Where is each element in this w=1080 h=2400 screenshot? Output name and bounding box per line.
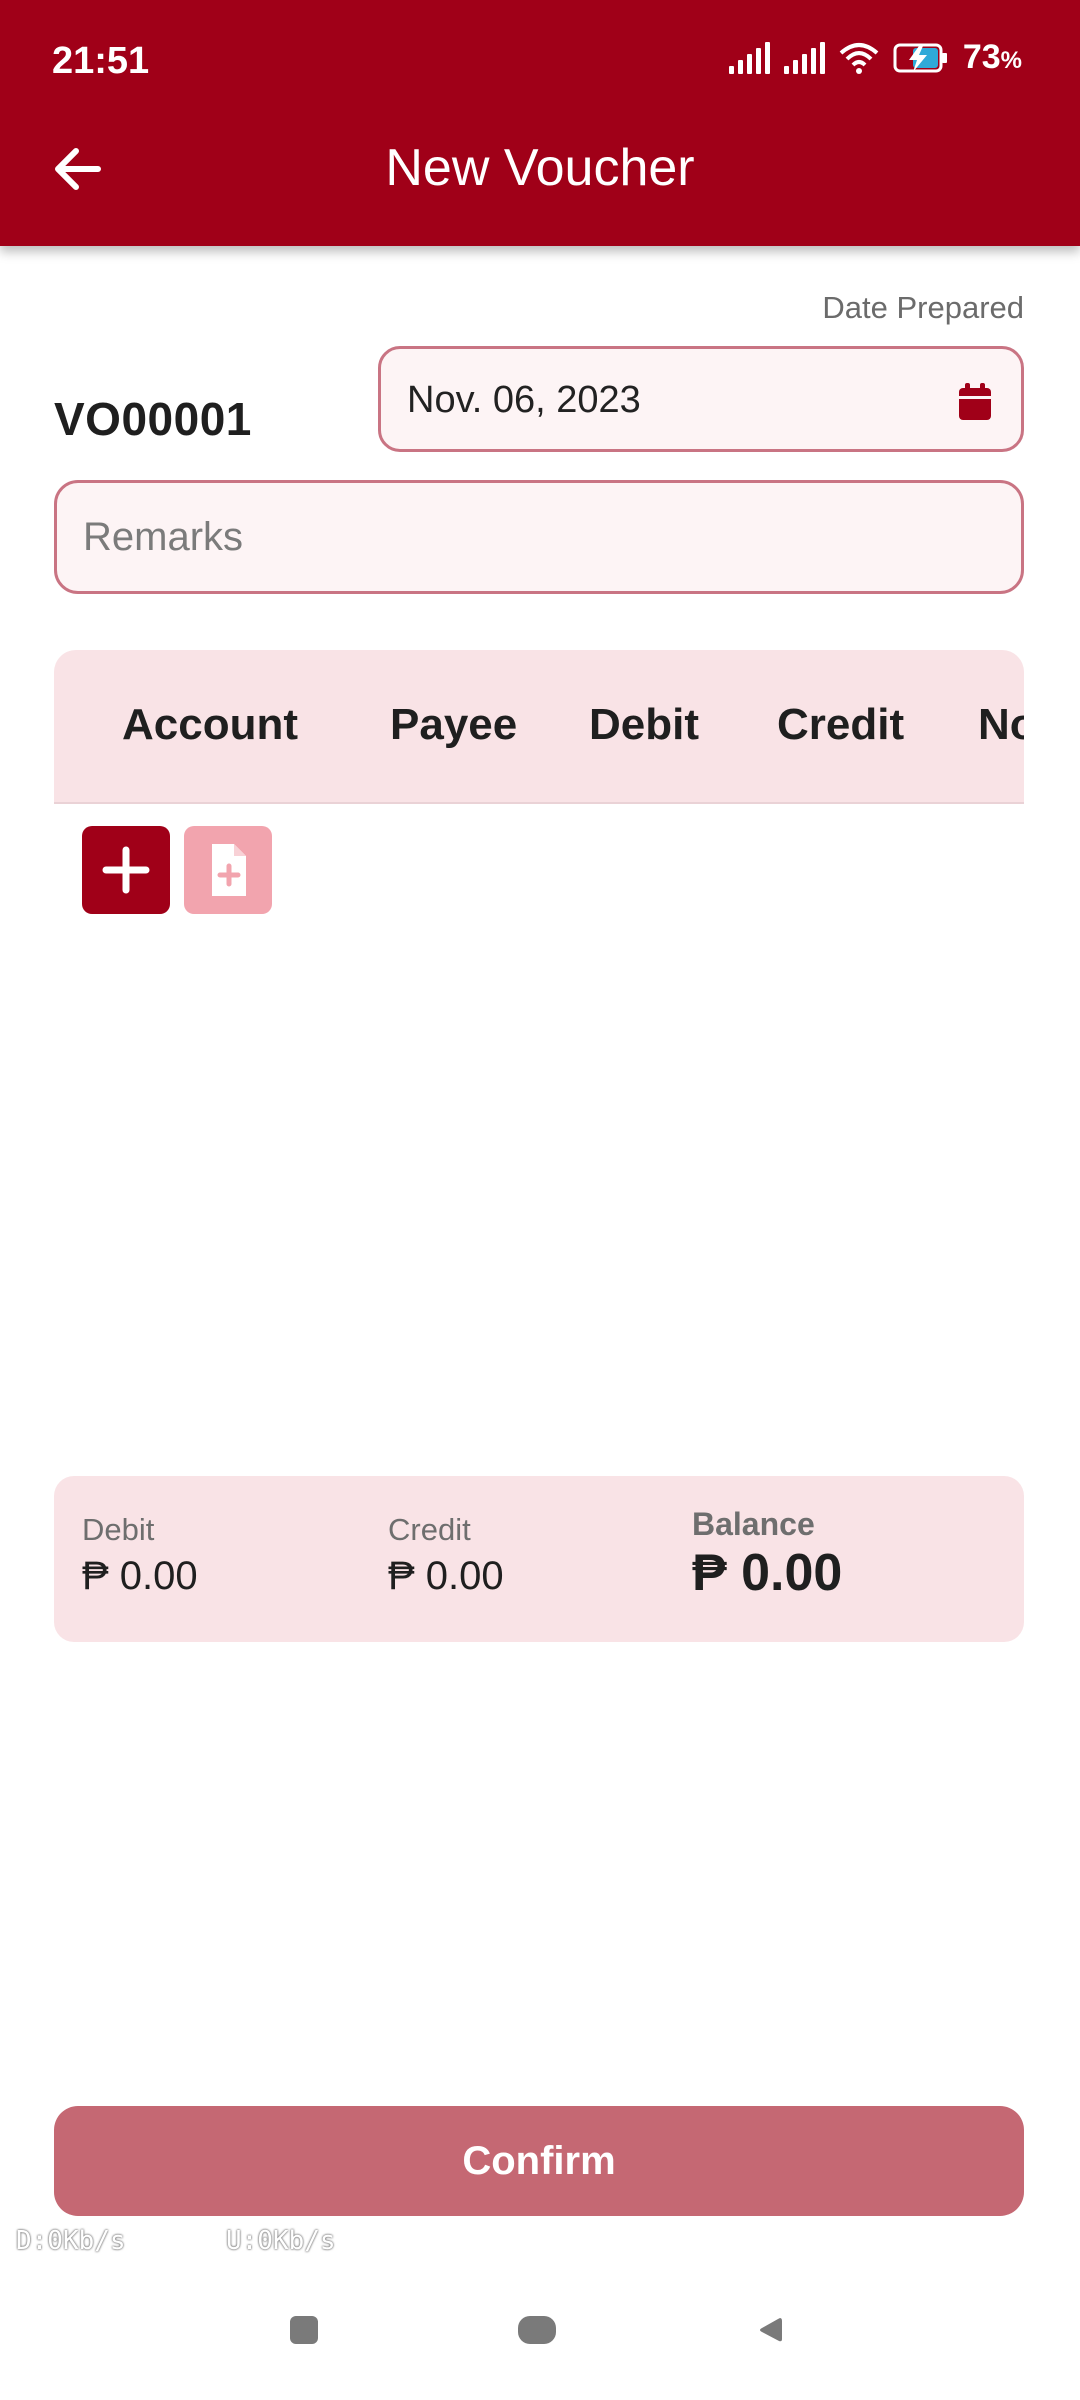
total-debit-label: Debit: [82, 1512, 155, 1547]
total-credit-value: ₱ 0.00: [388, 1554, 504, 1598]
signal-icon: [783, 41, 825, 74]
remarks-input[interactable]: [54, 480, 1024, 594]
balance-label: Balance: [692, 1506, 815, 1542]
column-header-account: Account: [122, 700, 298, 749]
date-value: Nov. 06, 2023: [407, 379, 641, 421]
attach-file-button[interactable]: [184, 826, 272, 914]
wifi-icon: [839, 42, 879, 74]
total-balance: Balance ₱ 0.00: [692, 1506, 843, 1603]
total-credit-label: Credit: [388, 1512, 471, 1547]
totals-summary: Debit ₱ 0.00 Credit ₱ 0.00 Balance ₱ 0.0…: [54, 1476, 1024, 1642]
signal-icon: [728, 41, 770, 74]
column-header-payee: Payee: [390, 700, 518, 749]
file-add-icon: [212, 844, 246, 896]
upload-speed: U:0Kb/s: [226, 2226, 336, 2256]
page-title: New Voucher: [385, 139, 695, 197]
column-header-no: No: [978, 700, 1024, 749]
plus-icon: [102, 846, 150, 894]
voucher-number: VO00001: [54, 393, 252, 445]
recents-button[interactable]: [290, 2316, 318, 2344]
battery-charging-icon: [893, 43, 947, 72]
confirm-button[interactable]: Confirm: [54, 2106, 1024, 2216]
entries-table-header: Account Payee Debit Credit No: [54, 650, 1024, 804]
date-prepared-field[interactable]: Nov. 06, 2023: [378, 346, 1024, 452]
column-header-debit: Debit: [589, 700, 699, 749]
app-bar: 21:51 73% New Voucher: [0, 0, 1080, 246]
status-time: 21:51: [52, 40, 150, 82]
calendar-icon[interactable]: [957, 382, 993, 422]
total-debit: Debit ₱ 0.00: [82, 1512, 198, 1599]
battery-percent: 73%: [962, 38, 1022, 76]
add-entry-button[interactable]: [82, 826, 170, 914]
total-debit-value: ₱ 0.00: [82, 1554, 198, 1598]
total-credit: Credit ₱ 0.00: [388, 1512, 504, 1599]
date-prepared-label: Date Prepared: [822, 290, 1024, 325]
download-speed: D:0Kb/s: [16, 2226, 126, 2256]
home-button[interactable]: [518, 2316, 556, 2344]
balance-value: ₱ 0.00: [692, 1544, 843, 1602]
status-icons: 73%: [728, 38, 1022, 77]
back-nav-button[interactable]: [756, 2316, 784, 2344]
column-header-credit: Credit: [777, 700, 905, 749]
